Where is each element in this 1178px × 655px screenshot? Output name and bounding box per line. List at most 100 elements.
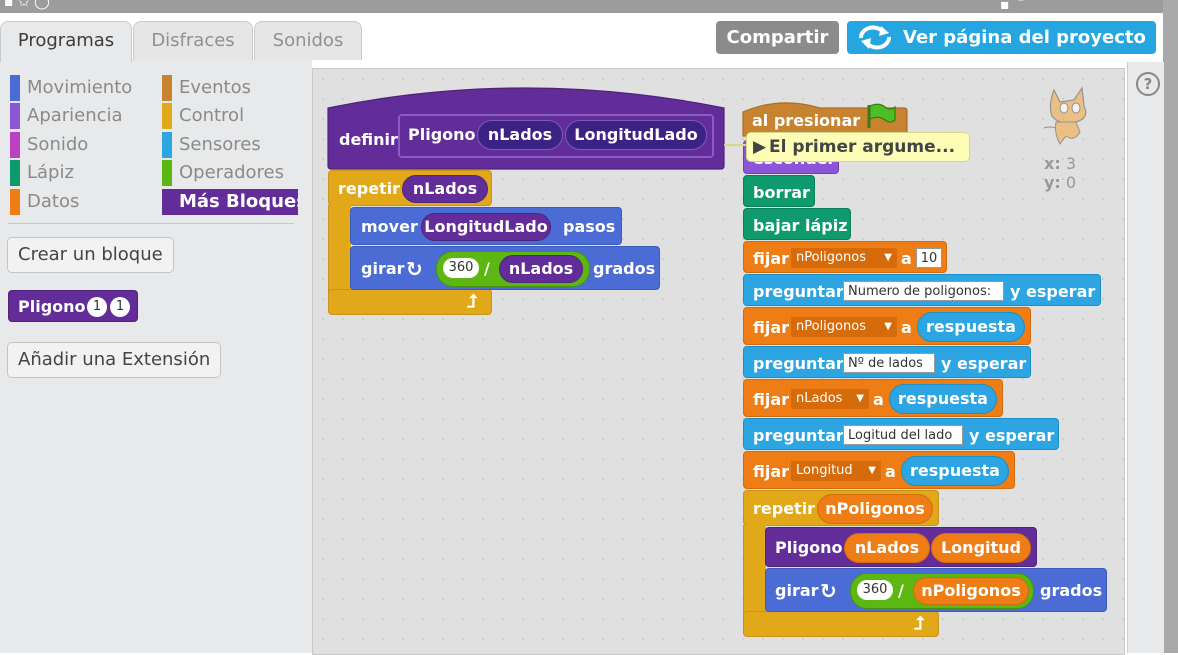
ask-suffix: y esperar: [969, 426, 1055, 445]
param-nlados[interactable]: nLados: [477, 120, 563, 150]
clear-block[interactable]: borrar: [743, 175, 815, 207]
ask-and-wait-block[interactable]: preguntar Nº de lados y esperar: [743, 346, 1031, 378]
set-to-label: a: [885, 462, 896, 481]
category-label: Datos: [27, 191, 80, 212]
divide-symbol: /: [484, 259, 490, 278]
dropdown-arrow-icon: ▼: [868, 465, 876, 476]
custom-block-arg[interactable]: 1: [87, 297, 107, 317]
category-pen[interactable]: Lápiz: [10, 160, 160, 186]
category-control[interactable]: Control: [162, 103, 298, 129]
param-longitudlado[interactable]: LongitudLado: [565, 120, 707, 150]
pen-down-block[interactable]: bajar lápiz: [743, 208, 851, 240]
custom-block-pligono[interactable]: Pligono 1 1: [8, 290, 138, 322]
divide-arg-nlados[interactable]: nLados: [499, 255, 583, 283]
category-label: Movimiento: [27, 77, 133, 98]
tab-scripts[interactable]: Programas: [0, 21, 132, 62]
category-label: Más Bloques: [179, 191, 298, 212]
variable-name: Longitud: [796, 463, 853, 478]
repeat-block[interactable]: repetir nLados: [328, 170, 492, 206]
pen-color-swatch: [10, 160, 20, 186]
call-arg-longitud[interactable]: Longitud: [931, 533, 1031, 563]
ask-question-input[interactable]: Nº de lados: [843, 353, 935, 373]
repeat-footer: ⮥: [743, 611, 939, 637]
custom-block-arg[interactable]: 1: [110, 297, 130, 317]
sound-color-swatch: [10, 132, 20, 158]
variable-dropdown[interactable]: nLados ▼: [791, 389, 869, 409]
sensing-color-swatch: [162, 132, 172, 158]
x-label: x:: [1044, 154, 1061, 173]
repeat-label: repetir: [338, 179, 401, 198]
ask-question-input[interactable]: Logitud del lado: [843, 425, 963, 445]
custom-block-call[interactable]: Pligono nLados Longitud: [765, 527, 1037, 567]
control-color-swatch: [162, 103, 172, 129]
set-variable-block[interactable]: fijar Longitud ▼ a respuesta: [743, 451, 1015, 489]
menu-icon[interactable]: ▪ ✩ ◯: [4, 0, 50, 10]
answer-reporter[interactable]: respuesta: [889, 384, 997, 414]
repeat-block[interactable]: repetir nPoligonos: [743, 490, 939, 526]
variable-dropdown[interactable]: nPoligonos ▼: [791, 248, 897, 268]
set-variable-block[interactable]: fijar nPoligonos ▼ a respuesta: [743, 307, 1031, 345]
divide-operator: 360 / nPoligonos: [850, 573, 1034, 609]
x-value: 3: [1065, 154, 1076, 173]
move-block[interactable]: mover LongitudLado pasos: [350, 207, 622, 245]
help-column: [1127, 62, 1164, 653]
divide-arg-npoligonos[interactable]: nPoligonos: [913, 577, 1029, 605]
repeat-arg-npoligonos[interactable]: nPoligonos: [817, 494, 933, 524]
category-looks[interactable]: Apariencia: [10, 103, 160, 129]
window-right-edge: [1163, 0, 1178, 653]
tab-sounds[interactable]: Sonidos: [254, 21, 362, 60]
argument-tooltip: ▶ El primer argume...: [746, 132, 970, 162]
set-variable-block[interactable]: fijar nPoligonos ▼ a 10: [743, 241, 947, 273]
turn-block[interactable]: girar ↻ 360 / nLados grados: [350, 246, 660, 290]
category-operators[interactable]: Operadores: [162, 160, 298, 186]
tab-costumes[interactable]: Disfraces: [133, 21, 253, 60]
category-motion[interactable]: Movimiento: [10, 75, 160, 101]
y-value: 0: [1065, 173, 1077, 192]
category-data[interactable]: Datos: [10, 189, 160, 215]
sprite-position: x: 3 y: 0: [1044, 154, 1076, 192]
looks-color-swatch: [10, 103, 20, 129]
dropdown-arrow-icon: ▼: [884, 321, 892, 332]
repeat-arg-nlados[interactable]: nLados: [402, 175, 488, 203]
palette-divider: [8, 223, 294, 224]
variable-dropdown[interactable]: Longitud ▼: [791, 461, 881, 481]
share-button[interactable]: Compartir: [716, 21, 839, 54]
divide-number[interactable]: 360: [443, 258, 479, 278]
set-value-input[interactable]: 10: [916, 248, 942, 268]
see-project-page-button[interactable]: Ver página del proyecto: [847, 21, 1156, 54]
divide-number[interactable]: 360: [857, 580, 893, 600]
top-menu-bar: ▪ ✩ ◯ ▪ ︶: [0, 0, 1178, 13]
repeat-footer: ⮥: [328, 289, 492, 315]
set-to-label: a: [901, 318, 912, 337]
category-label: Apariencia: [27, 105, 123, 126]
variable-name: nPoligonos: [796, 250, 866, 265]
divide-symbol: /: [898, 581, 904, 600]
ask-and-wait-block[interactable]: preguntar Numero de poligonos: y esperar: [743, 274, 1101, 306]
pen-down-label: bajar lápiz: [753, 216, 848, 235]
category-more-blocks[interactable]: Más Bloques: [162, 189, 298, 215]
add-extension-button[interactable]: Añadir una Extensión: [7, 342, 222, 378]
category-events[interactable]: Eventos: [162, 75, 298, 101]
operators-color-swatch: [162, 160, 172, 186]
set-label: fijar: [753, 390, 790, 409]
custom-block-label: Pligono: [18, 297, 86, 316]
repeat-arm: [743, 525, 766, 617]
answer-reporter[interactable]: respuesta: [917, 312, 1025, 342]
data-color-swatch: [10, 189, 20, 215]
help-icon[interactable]: ?: [1136, 72, 1160, 96]
category-sound[interactable]: Sonido: [10, 132, 160, 158]
repeat-label: repetir: [753, 499, 816, 518]
make-a-block-button[interactable]: Crear un bloque: [7, 237, 174, 273]
answer-reporter[interactable]: respuesta: [901, 456, 1009, 486]
move-arg-longitudlado[interactable]: LongitudLado: [421, 213, 551, 241]
refresh-icon: [859, 25, 891, 50]
call-arg-nlados[interactable]: nLados: [844, 533, 930, 563]
category-sensing[interactable]: Sensores: [162, 132, 298, 158]
ask-question-input[interactable]: Numero de poligonos:: [843, 281, 1004, 301]
turn-block[interactable]: girar ↻ 360 / nPoligonos grados: [765, 568, 1107, 612]
set-variable-block[interactable]: fijar nLados ▼ a respuesta: [743, 379, 1003, 417]
account-icon[interactable]: ▪ ︶: [1000, 0, 1028, 14]
define-block[interactable]: definir Pligono nLados LongitudLado: [328, 108, 724, 168]
variable-dropdown[interactable]: nPoligonos ▼: [791, 317, 897, 337]
ask-and-wait-block[interactable]: preguntar Logitud del lado y esperar: [743, 418, 1059, 450]
